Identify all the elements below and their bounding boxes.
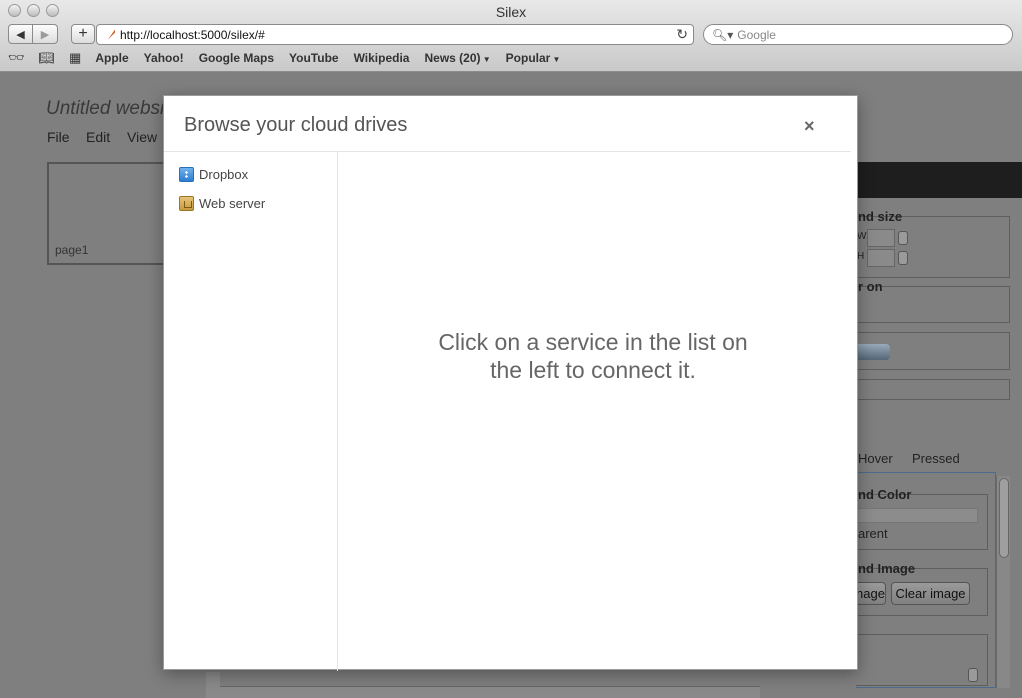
close-icon[interactable]: ×	[804, 116, 815, 137]
bg-color-label: nd Color	[858, 487, 912, 502]
menu-edit[interactable]: Edit	[86, 129, 110, 145]
bookmark-news-label: News (20)	[424, 51, 481, 65]
clear-image-label: Clear image	[895, 586, 966, 601]
add-bookmark-button[interactable]: +	[71, 24, 95, 44]
reading-glasses-icon[interactable]: 👓︎	[8, 50, 25, 66]
bookmarks-book-icon[interactable]: 📖︎	[39, 50, 56, 66]
height-stepper[interactable]	[898, 251, 908, 265]
clear-image-button[interactable]: Clear image	[891, 582, 970, 605]
bookmark-news[interactable]: News (20) ▼	[424, 51, 490, 65]
width-stepper[interactable]	[898, 231, 908, 245]
browser-chrome: Silex ◀ ▶ + http://localhost:5000/silex/…	[0, 0, 1022, 72]
reload-icon[interactable]: ↻	[676, 26, 688, 43]
width-label: W	[857, 231, 867, 242]
select-image-button[interactable]: nage	[856, 582, 886, 605]
bookmark-popular-label: Popular	[505, 51, 551, 65]
folder-icon	[179, 196, 194, 211]
nav-buttons: ◀ ▶	[8, 24, 58, 44]
service-item-web-server[interactable]: Web server	[179, 196, 265, 211]
message-line-1: Click on a service in the list on	[438, 329, 748, 355]
stage-left-edge	[206, 672, 220, 698]
dialog-title: Browse your cloud drives	[184, 114, 408, 136]
back-arrow-icon: ◀	[16, 28, 25, 41]
search-icon: 🔍︎▾	[712, 27, 734, 42]
bookmark-google-maps[interactable]: Google Maps	[199, 51, 274, 65]
search-placeholder: Google	[737, 27, 776, 42]
window-title: Silex	[495, 4, 527, 20]
text-field[interactable]	[856, 379, 1010, 400]
width-input[interactable]	[867, 229, 895, 247]
cloud-drives-dialog: Browse your cloud drives × Dropbox Web s…	[163, 95, 858, 671]
top-sites-grid-icon[interactable]: ▦	[69, 50, 81, 66]
tab-hover[interactable]: Hover	[858, 451, 893, 466]
service-label-web-server: Web server	[199, 196, 266, 211]
plus-icon: +	[78, 25, 88, 42]
select-image-label: nage	[856, 586, 885, 601]
bookmark-wikipedia[interactable]: Wikipedia	[354, 51, 410, 65]
search-field[interactable]: 🔍︎▾ Google	[703, 24, 1013, 45]
chevron-down-icon: ▼	[550, 55, 561, 64]
visibility-group-label: r on	[858, 279, 883, 294]
dropdown-select[interactable]	[856, 344, 890, 360]
color-swatch[interactable]	[856, 508, 978, 523]
site-favicon-icon	[101, 29, 115, 40]
empty-state-message: Click on a service in the list on the le…	[338, 328, 848, 384]
service-item-dropbox[interactable]: Dropbox	[179, 167, 248, 182]
size-group-label: nd size	[858, 209, 903, 224]
height-input[interactable]	[867, 249, 895, 267]
page-name: page1	[55, 243, 89, 257]
scroll-thumb[interactable]	[999, 478, 1009, 558]
border-stepper[interactable]	[968, 668, 978, 682]
page-thumbnail[interactable]: page1	[47, 162, 167, 265]
dropbox-icon	[179, 167, 194, 182]
forward-arrow-icon: ▶	[40, 28, 50, 41]
message-line-2: the left to connect it.	[490, 357, 696, 383]
bookmark-popular[interactable]: Popular ▼	[506, 51, 561, 65]
transparent-label: arent	[858, 526, 888, 541]
horizontal-scrollbar[interactable]	[220, 686, 760, 698]
service-list: Dropbox Web server	[164, 152, 338, 671]
address-bar[interactable]: http://localhost:5000/silex/# ↻	[96, 24, 694, 45]
site-title[interactable]: Untitled website	[46, 98, 180, 120]
bg-image-label: nd Image	[858, 561, 916, 576]
size-group	[856, 216, 1010, 278]
bookmarks-bar: 👓︎ 📖︎ ▦ Apple Yahoo! Google Maps YouTube…	[8, 50, 575, 66]
forward-button[interactable]: ▶	[33, 24, 58, 44]
properties-header-bar	[856, 162, 1022, 198]
bookmark-yahoo[interactable]: Yahoo!	[144, 51, 184, 65]
tab-pressed[interactable]: Pressed	[912, 451, 960, 466]
service-label-dropbox: Dropbox	[199, 167, 249, 182]
menu-view[interactable]: View	[127, 129, 157, 145]
properties-scrollbar[interactable]	[996, 476, 1010, 688]
height-label: H	[857, 251, 865, 262]
address-text: http://localhost:5000/silex/#	[120, 27, 265, 42]
chevron-down-icon: ▼	[480, 55, 491, 64]
bookmark-youtube[interactable]: YouTube	[289, 51, 339, 65]
bookmark-apple[interactable]: Apple	[95, 51, 128, 65]
back-button[interactable]: ◀	[8, 24, 33, 44]
menu-file[interactable]: File	[47, 129, 70, 145]
